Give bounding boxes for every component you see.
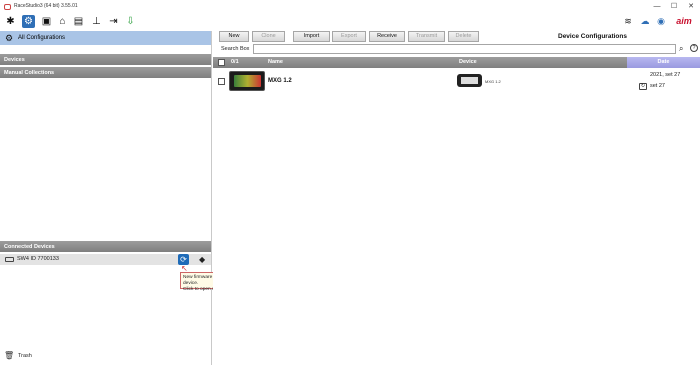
connected-devices-section-header: Connected Devices: [0, 241, 211, 252]
table-row[interactable]: MXG 1.2 MXG 1.2 2021, set 27 ↻ set 27: [213, 69, 700, 95]
trash-label: Trash: [18, 353, 32, 359]
wifi-icon[interactable]: ≋: [622, 15, 634, 28]
name-column-header[interactable]: Name: [268, 59, 283, 65]
clone-button[interactable]: Clone: [252, 31, 285, 42]
search-label: Search Box: [221, 46, 250, 52]
date-transmitted: set 27: [650, 83, 665, 89]
help-icon[interactable]: ?: [690, 44, 698, 52]
search-icon[interactable]: ⌕: [679, 44, 687, 53]
transmit-button[interactable]: Transmit: [408, 31, 445, 42]
trash-icon: 🗑: [4, 351, 15, 360]
export-button[interactable]: Export: [332, 31, 366, 42]
configuration-name: MXG 1.2: [268, 78, 292, 84]
download-icon[interactable]: ⇩: [124, 15, 137, 28]
delete-button[interactable]: Delete: [448, 31, 479, 42]
all-configurations-label: All Configurations: [18, 35, 66, 41]
analysis-icon[interactable]: ▣: [40, 15, 53, 28]
date-created: 2021, set 27: [650, 72, 681, 78]
search-input[interactable]: [253, 44, 676, 54]
all-configurations-item[interactable]: ⚙ All Configurations: [0, 31, 211, 45]
title-bar: RaceStudio3 (64 bit) 3.55.01 — ☐ ✕: [0, 0, 700, 14]
table-header: 0/1 Name Device Date: [213, 57, 700, 68]
close-button[interactable]: ✕: [685, 2, 697, 12]
devices-section-header[interactable]: Devices: [0, 54, 211, 65]
wrench-icon[interactable]: ✱: [4, 15, 17, 28]
manual-collections-section-header[interactable]: Manual Collections: [0, 67, 211, 78]
tracks-icon[interactable]: ⌂: [56, 15, 69, 28]
device-icon: [5, 257, 14, 262]
minimize-button[interactable]: —: [651, 2, 663, 12]
gauge-icon[interactable]: ⊥: [90, 15, 103, 28]
connect-icon[interactable]: ⇥: [107, 15, 120, 28]
connected-device-row[interactable]: SW4 ID 7700133 ⟳ ◆: [0, 254, 211, 265]
receive-button[interactable]: Receive: [369, 31, 405, 42]
configuration-thumbnail: [229, 71, 265, 91]
main-toolbar: ✱ ⚙ ▣ ⌂ ▤ ⊥ ⇥ ⇩ ≋ ☁ ◉ aim: [0, 14, 700, 30]
panel-title: Device Configurations: [558, 33, 627, 40]
device-column-header[interactable]: Device: [459, 59, 477, 65]
transmit-date-icon: ↻: [639, 83, 647, 90]
new-button[interactable]: New: [219, 31, 249, 42]
date-column-header[interactable]: Date: [627, 57, 700, 68]
row-checkbox[interactable]: [218, 78, 225, 85]
app-icon: [4, 4, 11, 10]
rs3-icon[interactable]: ◉: [655, 15, 667, 28]
aim-logo: aim: [676, 16, 692, 26]
video-icon[interactable]: ▤: [72, 15, 85, 28]
tag-icon[interactable]: ◆: [199, 255, 209, 264]
device-image-icon: [457, 74, 482, 87]
right-panel: New Clone Import Export Receive Transmit…: [213, 31, 700, 365]
count-header: 0/1: [231, 59, 239, 65]
configurations-icon: ⚙: [5, 33, 14, 43]
maximize-button[interactable]: ☐: [668, 2, 680, 12]
configurations-icon[interactable]: ⚙: [22, 15, 35, 28]
connected-device-name: SW4 ID 7700133: [17, 256, 59, 262]
import-button[interactable]: Import: [293, 31, 330, 42]
cloud-icon[interactable]: ☁: [639, 15, 651, 28]
device-label: MXG 1.2: [485, 79, 501, 84]
window-title: RaceStudio3 (64 bit) 3.55.01: [14, 3, 78, 9]
left-panel: ⚙ All Configurations Devices Manual Coll…: [0, 31, 212, 365]
select-all-checkbox[interactable]: [218, 59, 225, 66]
